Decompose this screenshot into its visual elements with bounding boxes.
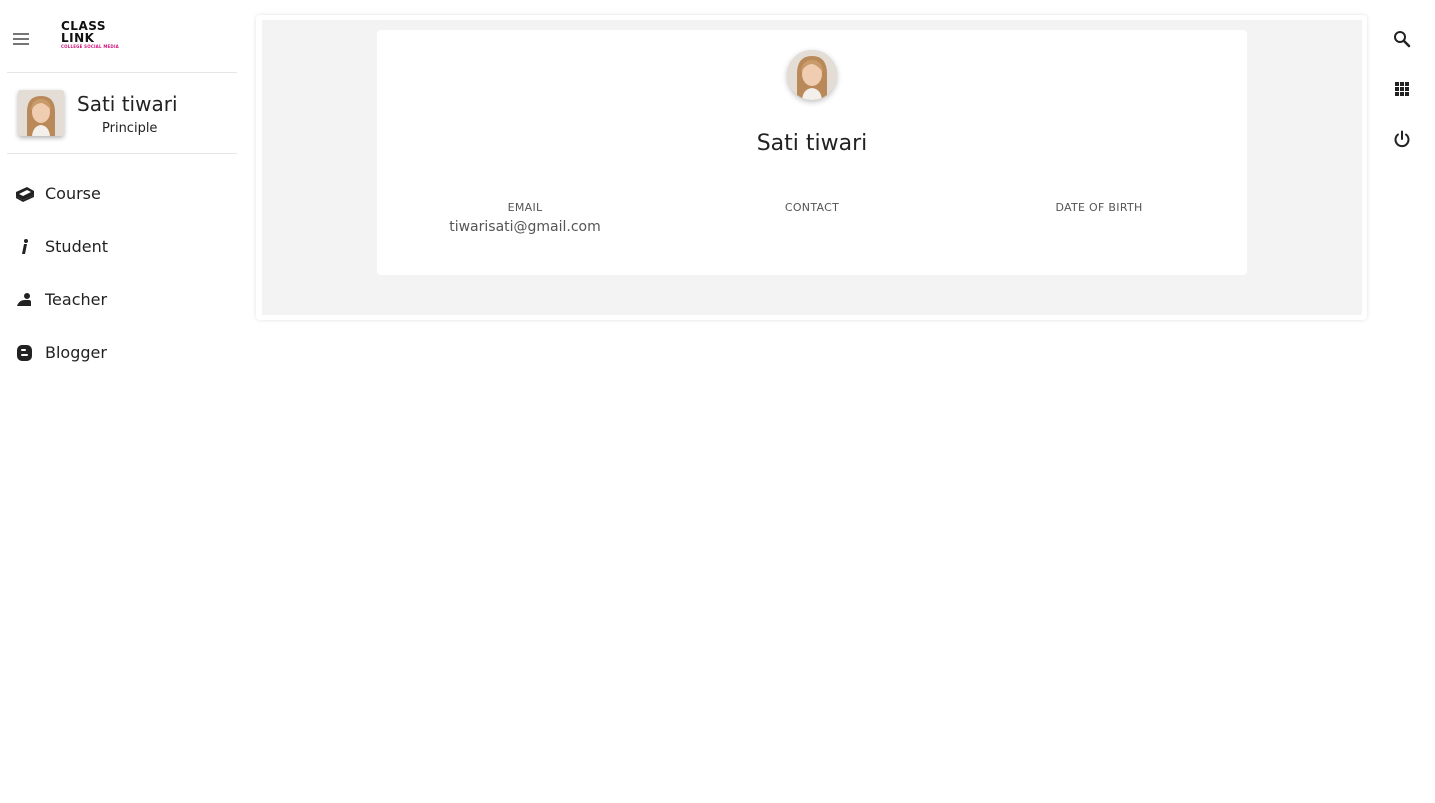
student-icon: [15, 238, 35, 256]
sidebar-divider: [7, 153, 237, 154]
content-panel: Sati tiwari EMAIL tiwarisati@gmail.com C…: [262, 20, 1362, 315]
sidebar-item-label: Blogger: [45, 343, 107, 362]
dob-field: DATE OF BIRTH: [949, 201, 1249, 219]
main-content: Sati tiwari EMAIL tiwarisati@gmail.com C…: [256, 15, 1367, 320]
sidebar-profile: Sati tiwari Principle: [7, 80, 237, 146]
book-icon: [15, 185, 35, 203]
sidebar-item-label: Course: [45, 184, 101, 203]
sidebar-item-label: Teacher: [45, 290, 108, 309]
profile-name: Sati tiwari: [77, 92, 178, 116]
sidebar-item-blogger[interactable]: Blogger: [0, 327, 245, 380]
sidebar: CLASS LINK COLLEGE SOCIAL MEDIA Sati tiw…: [0, 0, 245, 803]
avatar[interactable]: [18, 90, 64, 136]
sidebar-header: CLASS LINK COLLEGE SOCIAL MEDIA: [0, 0, 245, 72]
sidebar-item-student[interactable]: Student: [0, 221, 245, 274]
teacher-icon: [15, 291, 35, 309]
profile-role: Principle: [102, 121, 158, 136]
profile-avatar: [787, 50, 837, 100]
sidebar-item-label: Student: [45, 237, 108, 256]
apps-grid-icon[interactable]: [1390, 77, 1414, 101]
sidebar-nav: Course Student Teacher Blogger: [0, 168, 245, 380]
profile-card: Sati tiwari EMAIL tiwarisati@gmail.com C…: [377, 30, 1247, 275]
power-icon[interactable]: [1390, 127, 1414, 151]
blogger-icon: [15, 344, 35, 362]
logo-tagline: COLLEGE SOCIAL MEDIA: [61, 44, 119, 49]
contact-field: CONTACT: [662, 201, 962, 219]
field-label: DATE OF BIRTH: [1055, 201, 1143, 214]
logo-line-2: LINK: [61, 31, 95, 45]
profile-card-name: Sati tiwari: [756, 131, 868, 156]
field-label: EMAIL: [507, 201, 543, 214]
email-field: EMAIL tiwarisati@gmail.com: [375, 201, 675, 235]
sidebar-item-teacher[interactable]: Teacher: [0, 274, 245, 327]
sidebar-divider: [7, 72, 237, 73]
sidebar-item-course[interactable]: Course: [0, 168, 245, 221]
field-label: CONTACT: [784, 201, 840, 214]
search-icon[interactable]: [1390, 27, 1414, 51]
app-logo[interactable]: CLASS LINK COLLEGE SOCIAL MEDIA: [61, 20, 119, 54]
hamburger-menu-icon[interactable]: [11, 31, 31, 47]
field-value: tiwarisati@gmail.com: [449, 219, 601, 235]
